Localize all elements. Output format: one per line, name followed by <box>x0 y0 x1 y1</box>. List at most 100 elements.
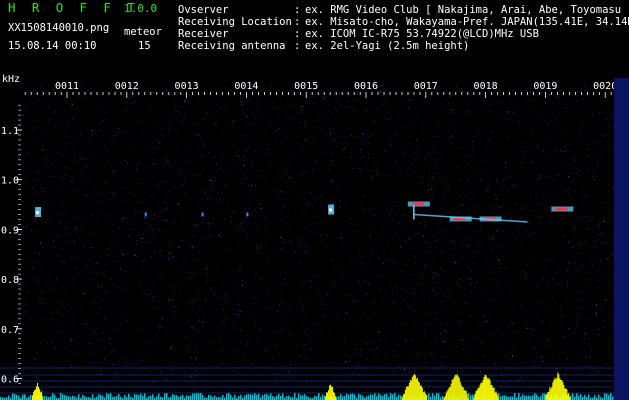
noise-speck <box>441 131 443 133</box>
noise-speck <box>37 229 39 231</box>
noise-speck <box>305 126 306 128</box>
noise-speck <box>395 232 397 233</box>
noise-speck <box>280 248 282 250</box>
noise-speck <box>332 280 334 282</box>
noise-speck <box>450 96 452 98</box>
level-peak <box>454 374 456 400</box>
noise-speck <box>519 378 521 380</box>
noise-speck <box>446 369 448 370</box>
noise-speck <box>237 163 239 164</box>
noise-speck <box>151 177 153 179</box>
noise-speck <box>602 242 603 244</box>
noise-speck <box>74 156 76 158</box>
noise-speck <box>47 353 49 355</box>
noise-speck <box>142 132 144 134</box>
noise-speck <box>487 190 489 192</box>
noise-speck <box>26 148 28 150</box>
noise-speck <box>280 98 282 100</box>
noise-speck <box>30 230 32 232</box>
noise-speck <box>74 339 76 341</box>
noise-speck <box>568 189 569 190</box>
noise-speck <box>86 376 87 378</box>
noise-speck <box>530 162 532 164</box>
level-peak <box>545 395 547 400</box>
noise-speck <box>137 202 139 204</box>
noise-speck <box>277 251 279 253</box>
noise-speck <box>568 328 570 329</box>
level-bar <box>14 394 16 400</box>
noise-speck <box>336 111 337 113</box>
noise-speck <box>510 224 512 226</box>
noise-speck <box>117 299 119 301</box>
noise-speck <box>593 174 595 176</box>
noise-speck <box>145 231 146 233</box>
noise-speck <box>441 151 443 153</box>
noise-speck <box>415 262 417 264</box>
noise-speck <box>509 218 511 220</box>
noise-speck <box>577 244 579 246</box>
noise-speck <box>195 328 197 330</box>
noise-speck <box>574 160 576 161</box>
noise-speck <box>569 94 571 96</box>
noise-speck <box>323 317 325 319</box>
noise-speck <box>33 205 35 207</box>
noise-speck <box>251 288 253 290</box>
noise-speck <box>61 172 63 174</box>
noise-speck <box>608 210 610 212</box>
noise-speck <box>42 246 44 248</box>
noise-speck <box>605 118 607 120</box>
noise-speck <box>508 327 510 329</box>
level-peak <box>466 394 468 400</box>
noise-speck <box>521 358 523 359</box>
noise-speck <box>238 309 240 311</box>
noise-speck <box>159 273 161 275</box>
noise-speck <box>82 141 84 143</box>
noise-speck <box>254 324 256 326</box>
noise-speck <box>115 371 117 373</box>
noise-speck <box>383 301 385 303</box>
noise-speck <box>528 115 530 117</box>
noise-speck <box>41 307 43 309</box>
noise-speck <box>570 87 572 89</box>
noise-speck <box>225 285 227 287</box>
level-bar <box>278 393 280 400</box>
noise-speck <box>56 309 58 311</box>
noise-speck <box>434 295 436 296</box>
noise-speck <box>115 305 117 307</box>
noise-speck <box>398 236 399 238</box>
noise-speck <box>409 279 411 281</box>
noise-speck <box>470 144 472 146</box>
noise-speck <box>168 258 170 260</box>
noise-speck <box>434 135 436 137</box>
noise-speck <box>220 248 221 250</box>
level-bar <box>526 395 528 400</box>
noise-speck <box>485 178 486 179</box>
noise-speck <box>314 233 316 235</box>
noise-speck <box>434 330 436 331</box>
noise-speck <box>22 166 24 168</box>
noise-speck <box>36 370 38 372</box>
level-peak <box>445 392 447 400</box>
level-bar <box>214 395 216 400</box>
noise-speck <box>470 345 472 347</box>
noise-speck <box>415 167 417 169</box>
noise-speck <box>443 341 445 342</box>
noise-speck <box>304 124 306 126</box>
noise-speck <box>557 322 559 324</box>
noise-speck <box>434 95 436 97</box>
level-peak <box>488 378 490 400</box>
noise-speck <box>569 150 571 152</box>
noise-speck <box>290 157 292 159</box>
echo-mark <box>201 212 204 217</box>
noise-speck <box>403 194 404 196</box>
noise-speck <box>537 108 539 110</box>
noise-speck <box>245 185 247 187</box>
noise-speck <box>56 254 58 256</box>
noise-speck <box>521 162 523 164</box>
noise-speck <box>419 153 420 155</box>
noise-speck <box>219 199 221 201</box>
noise-speck <box>66 227 68 229</box>
noise-speck <box>303 306 305 308</box>
noise-speck <box>147 355 149 357</box>
noise-speck <box>598 234 600 236</box>
